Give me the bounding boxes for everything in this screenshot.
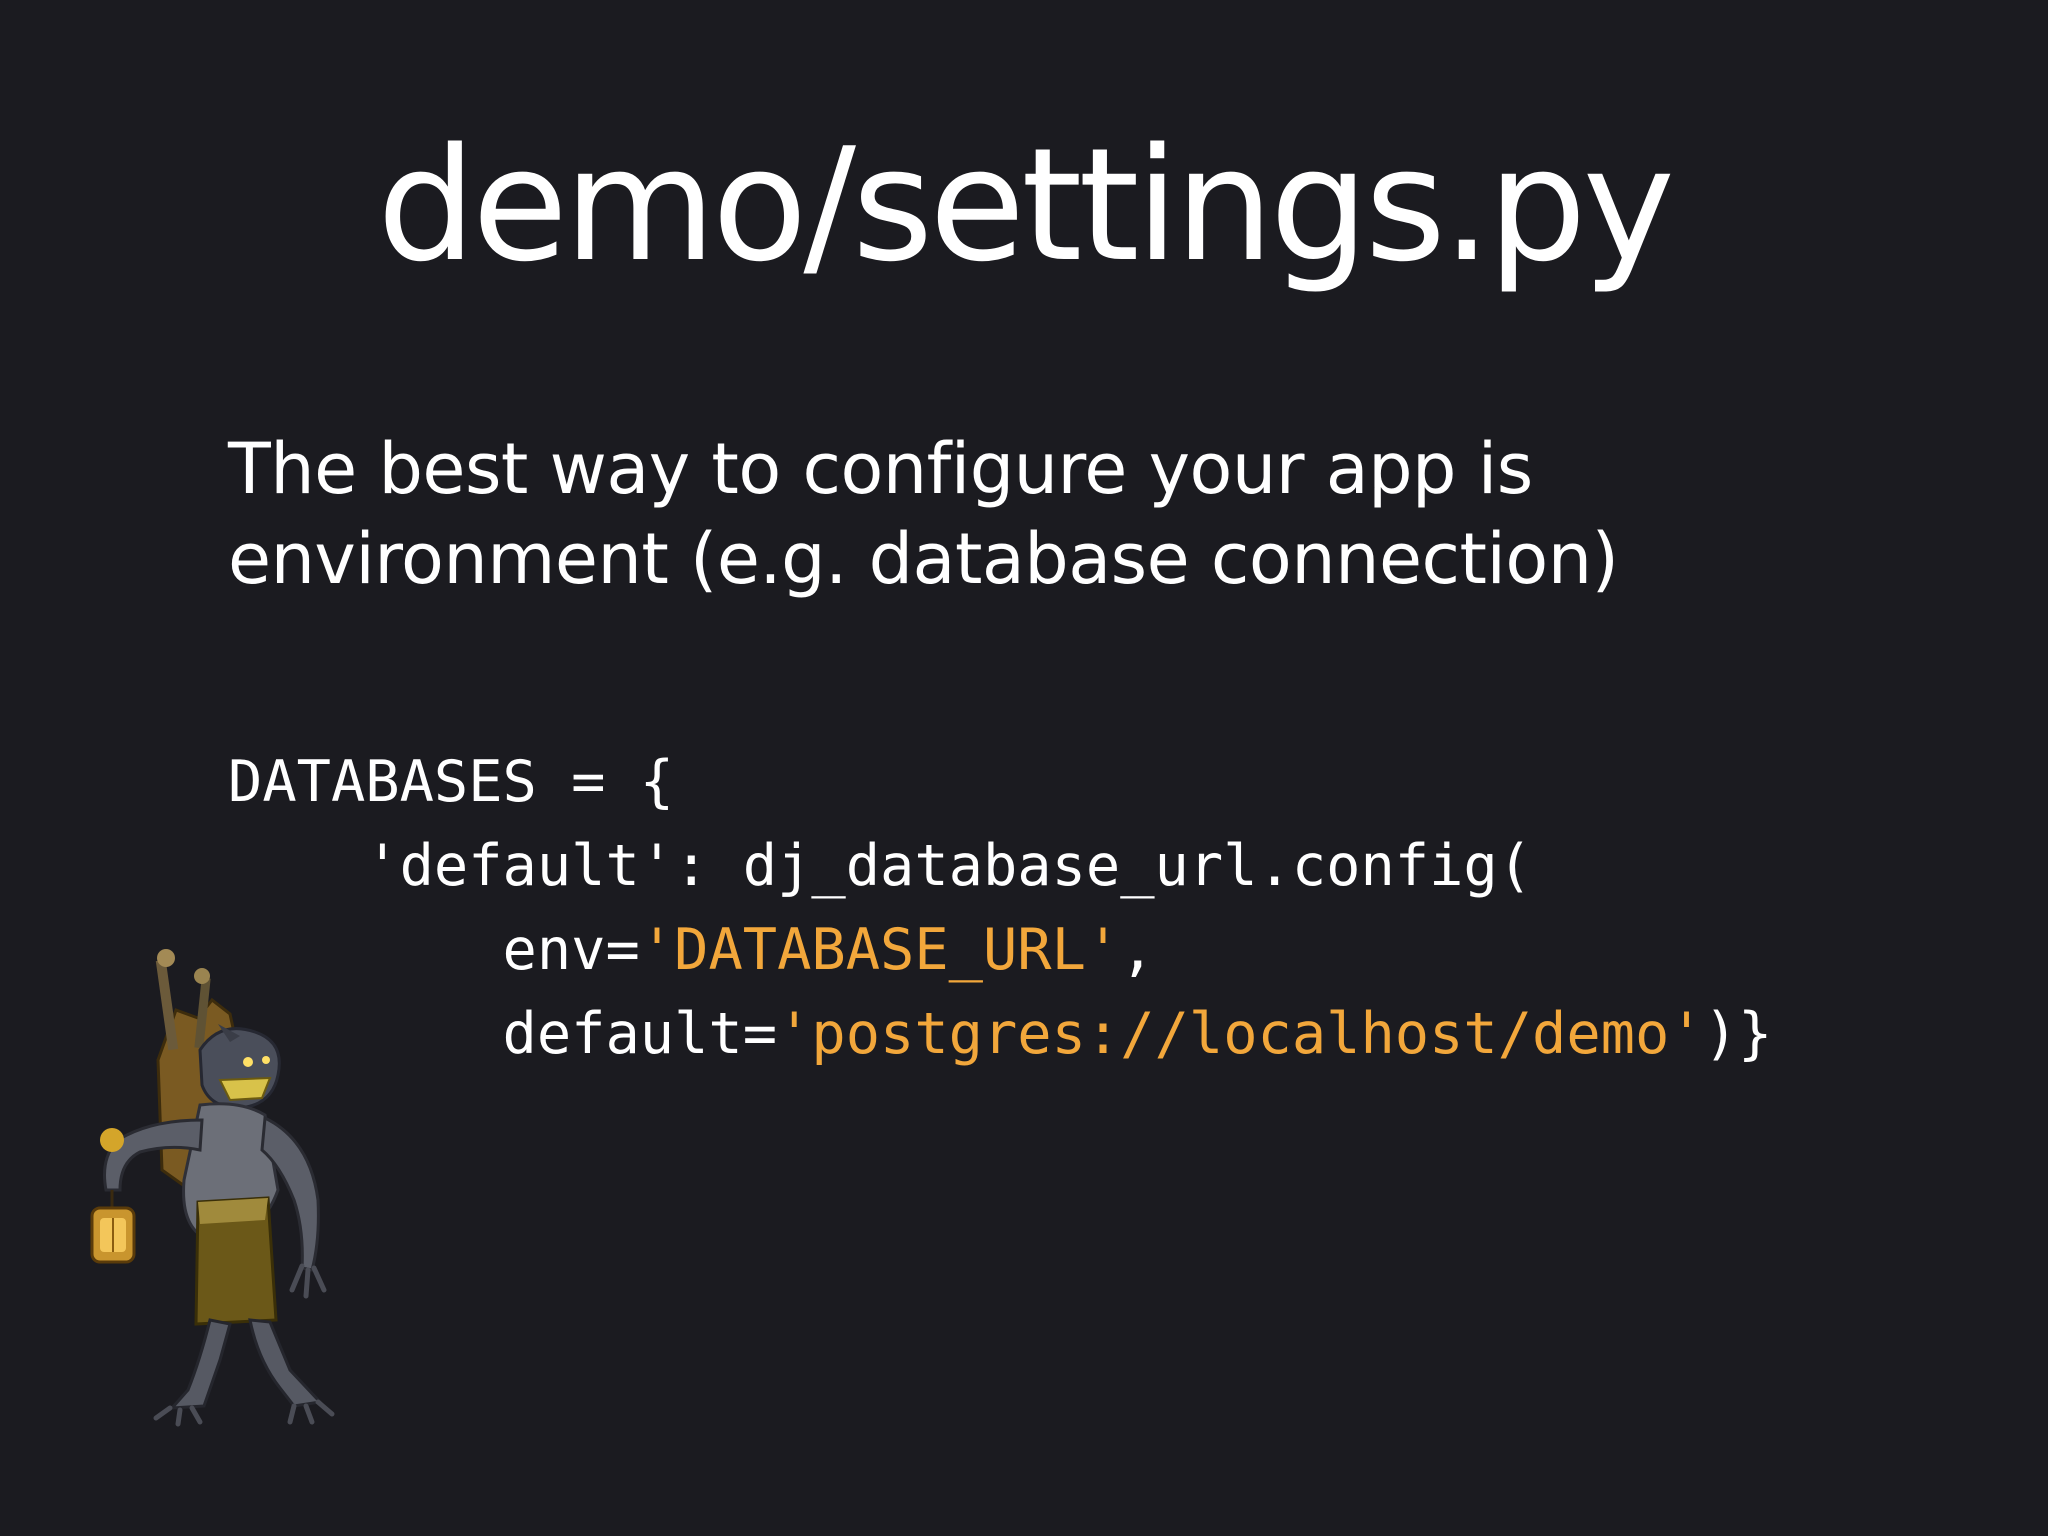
body-line-1: The best way to configure your app is bbox=[228, 428, 1533, 510]
slide-body-text: The best way to configure your app is en… bbox=[228, 424, 1928, 604]
code-line-3: env='DATABASE_URL', bbox=[228, 908, 2028, 992]
code-block: DATABASES = { 'default': dj_database_url… bbox=[228, 740, 2028, 1076]
code-line-4-string: 'postgres://localhost/demo' bbox=[777, 1001, 1704, 1067]
code-line-2: 'default': dj_database_url.config( bbox=[228, 833, 1533, 899]
code-line-1: DATABASES = { bbox=[228, 749, 675, 815]
code-line-3-suffix: , bbox=[1120, 917, 1155, 983]
body-line-2: environment (e.g. database connection) bbox=[228, 518, 1619, 600]
slide: demo/settings.py The best way to configu… bbox=[0, 0, 2048, 1536]
goblin-with-lantern-icon bbox=[90, 949, 335, 1427]
code-line-3-string: 'DATABASE_URL' bbox=[639, 917, 1121, 983]
code-line-4: default='postgres://localhost/demo')} bbox=[228, 992, 2028, 1076]
slide-title: demo/settings.py bbox=[377, 114, 1675, 296]
code-line-4-suffix: )} bbox=[1703, 1001, 1773, 1067]
